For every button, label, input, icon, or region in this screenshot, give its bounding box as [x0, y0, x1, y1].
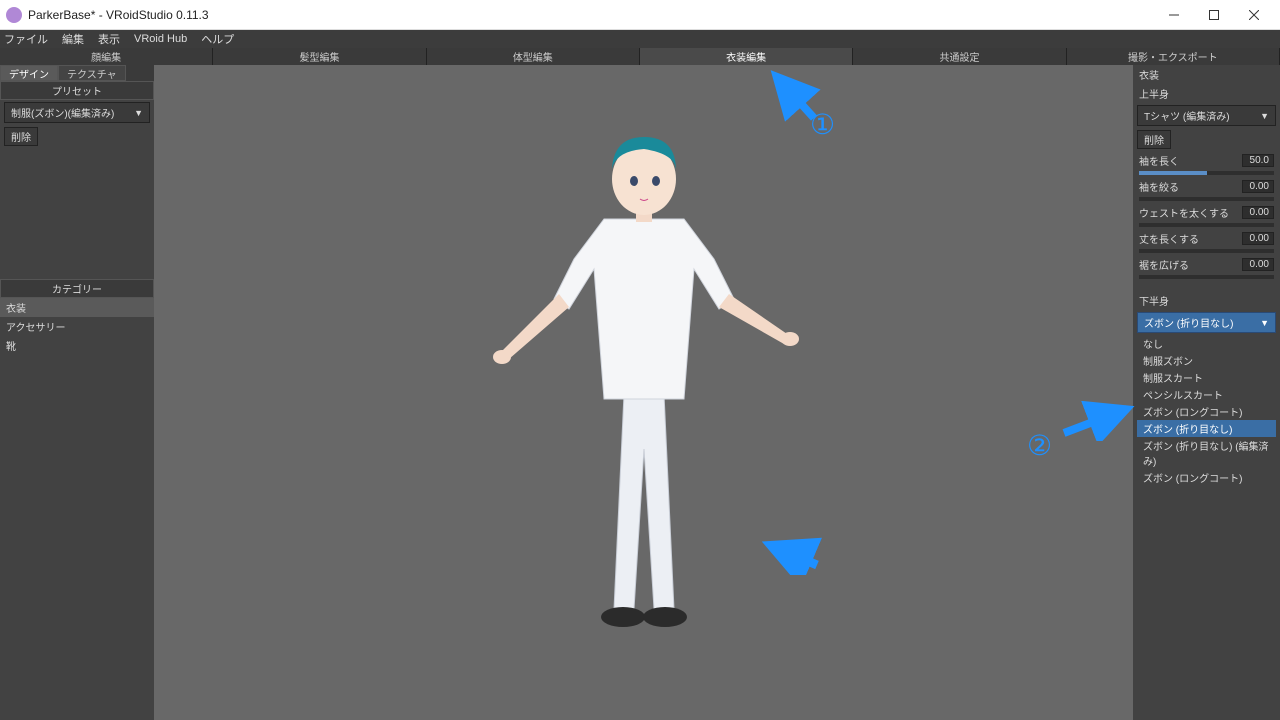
slider-track[interactable]	[1139, 171, 1274, 175]
main-tab-bar: 顔編集 髪型編集 体型編集 衣装編集 共通設定 撮影・エクスポート	[0, 48, 1280, 65]
lower-body-options-list: なし制服ズボン制服スカートペンシルスカートズボン (ロングコート)ズボン (折り…	[1137, 335, 1276, 486]
preset-delete-button[interactable]: 削除	[4, 127, 38, 146]
annotation-arrow-bottom	[762, 535, 832, 575]
app-icon	[6, 7, 22, 23]
upper-body-select[interactable]: Tシャツ (編集済み) ▼	[1137, 105, 1276, 126]
slider-row: 袖を絞る 0.00	[1133, 177, 1280, 203]
lower-option[interactable]: ズボン (折り目なし) (編集済み)	[1137, 437, 1276, 469]
annotation-number-2: ②	[1027, 429, 1052, 462]
category-item-shoes[interactable]: 靴	[0, 336, 154, 355]
preset-header: プリセット	[0, 81, 154, 100]
chevron-down-icon: ▼	[1260, 318, 1269, 328]
slider-track[interactable]	[1139, 275, 1274, 279]
slider-value[interactable]: 0.00	[1242, 258, 1274, 271]
avatar-model	[454, 99, 834, 659]
lower-body-label: 下半身	[1133, 291, 1280, 310]
slider-row: ウェストを太くする 0.00	[1133, 203, 1280, 229]
menu-view[interactable]: 表示	[98, 31, 120, 47]
slider-value[interactable]: 0.00	[1242, 232, 1274, 245]
slider-label: 袖を絞る	[1139, 179, 1179, 194]
title-bar: ParkerBase* - VRoidStudio 0.11.3	[0, 0, 1280, 30]
menu-bar: ファイル 編集 表示 VRoid Hub ヘルプ	[0, 30, 1280, 48]
slider-row: 丈を長くする 0.00	[1133, 229, 1280, 255]
slider-track[interactable]	[1139, 223, 1274, 227]
close-button[interactable]	[1234, 0, 1274, 30]
tab-hair[interactable]: 髪型編集	[213, 48, 426, 65]
preset-select[interactable]: 制服(ズボン)(編集済み) ▼	[4, 102, 150, 123]
menu-edit[interactable]: 編集	[62, 31, 84, 47]
maximize-button[interactable]	[1194, 0, 1234, 30]
slider-value[interactable]: 0.00	[1242, 206, 1274, 219]
tab-export[interactable]: 撮影・エクスポート	[1067, 48, 1280, 65]
viewport-3d[interactable]: ① ②	[154, 65, 1133, 720]
annotation-number-1: ①	[810, 108, 835, 141]
left-sub-tabs: デザイン テクスチャ	[0, 65, 154, 81]
category-item-accessory[interactable]: アクセサリー	[0, 317, 154, 336]
slider-track[interactable]	[1139, 249, 1274, 253]
tab-common[interactable]: 共通設定	[853, 48, 1066, 65]
slider-label: 裾を広げる	[1139, 257, 1189, 272]
sub-tab-texture[interactable]: テクスチャ	[58, 65, 126, 81]
slider-value[interactable]: 0.00	[1242, 180, 1274, 193]
upper-body-label: 上半身	[1133, 84, 1280, 103]
workspace: デザイン テクスチャ プリセット 制服(ズボン)(編集済み) ▼ 削除 カテゴリ…	[0, 65, 1280, 720]
lower-option[interactable]: ズボン (ロングコート)	[1137, 469, 1276, 486]
category-list: 衣装 アクセサリー 靴	[0, 298, 154, 355]
lower-option[interactable]: 制服ズボン	[1137, 352, 1276, 369]
preset-select-label: 制服(ズボン)(編集済み)	[11, 105, 114, 120]
left-panel: デザイン テクスチャ プリセット 制服(ズボン)(編集済み) ▼ 削除 カテゴリ…	[0, 65, 154, 720]
slider-row: 袖を長く 50.0	[1133, 151, 1280, 177]
minimize-button[interactable]	[1154, 0, 1194, 30]
slider-label: ウェストを太くする	[1139, 205, 1229, 220]
annotation-arrow-2	[1059, 401, 1139, 441]
tab-clothes[interactable]: 衣装編集	[640, 48, 853, 65]
menu-help[interactable]: ヘルプ	[201, 31, 234, 47]
category-header: カテゴリー	[0, 279, 154, 298]
lower-option[interactable]: ズボン (折り目なし)	[1137, 420, 1276, 437]
lower-option[interactable]: 制服スカート	[1137, 369, 1276, 386]
lower-option[interactable]: なし	[1137, 335, 1276, 352]
lower-option[interactable]: ズボン (ロングコート)	[1137, 403, 1276, 420]
right-panel: 衣装 上半身 Tシャツ (編集済み) ▼ 削除 袖を長く 50.0 袖を絞る 0.00…	[1133, 65, 1280, 720]
slider-label: 袖を長く	[1139, 153, 1179, 168]
window-title: ParkerBase* - VRoidStudio 0.11.3	[28, 8, 209, 22]
right-header: 衣装	[1133, 65, 1280, 84]
slider-row: 裾を広げる 0.00	[1133, 255, 1280, 281]
menu-file[interactable]: ファイル	[4, 31, 48, 47]
category-item-clothes[interactable]: 衣装	[0, 298, 154, 317]
slider-track[interactable]	[1139, 197, 1274, 201]
chevron-down-icon: ▼	[134, 108, 143, 118]
menu-vroid-hub[interactable]: VRoid Hub	[134, 33, 187, 45]
tab-body[interactable]: 体型編集	[427, 48, 640, 65]
upper-body-select-label: Tシャツ (編集済み)	[1144, 108, 1230, 123]
slider-value[interactable]: 50.0	[1242, 154, 1274, 167]
sub-tab-design[interactable]: デザイン	[0, 65, 58, 81]
slider-label: 丈を長くする	[1139, 231, 1199, 246]
lower-option[interactable]: ペンシルスカート	[1137, 386, 1276, 403]
tab-face[interactable]: 顔編集	[0, 48, 213, 65]
lower-body-select[interactable]: ズボン (折り目なし) ▼	[1137, 312, 1276, 333]
chevron-down-icon: ▼	[1260, 111, 1269, 121]
upper-body-delete-button[interactable]: 削除	[1137, 130, 1171, 149]
lower-body-select-label: ズボン (折り目なし)	[1144, 315, 1233, 330]
